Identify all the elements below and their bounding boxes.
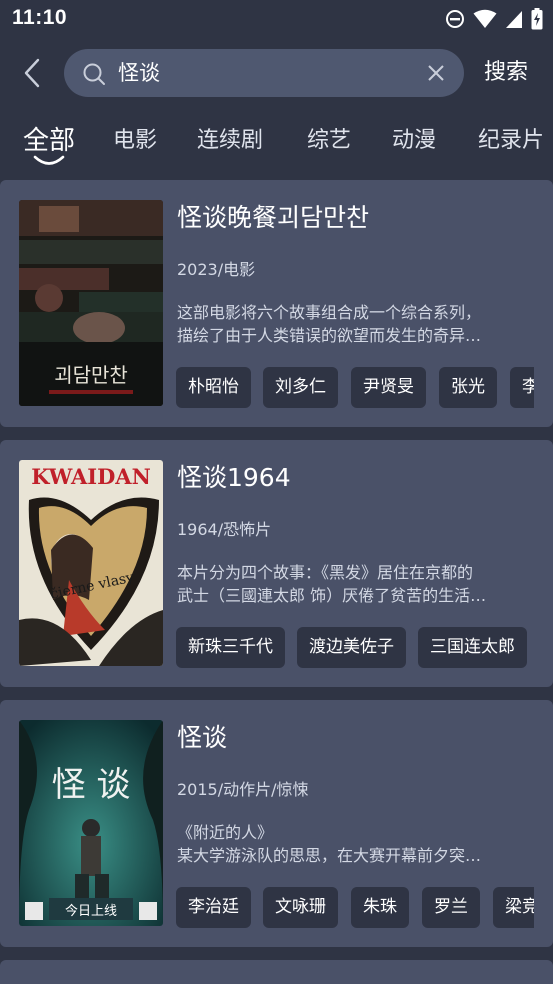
clear-icon[interactable]: [426, 63, 446, 83]
actor-chip[interactable]: 朴昭怡: [176, 367, 251, 408]
result-card[interactable]: 괴담만찬 怪谈晚餐괴담만찬 2023/电影 这部电影将六个故事组合成一个综合系列…: [0, 180, 553, 427]
tab-movie[interactable]: 电影: [113, 122, 157, 154]
result-description: 本片分为四个故事：《黑发》居住在京都的 武士（三國連太郎 饰）厌倦了贫苦的生活…: [177, 563, 487, 605]
poster-title-text: 怪 谈: [52, 765, 131, 805]
back-arrow-icon: [24, 58, 40, 88]
actor-chip[interactable]: 罗兰: [422, 887, 480, 928]
status-time: 11:10: [12, 6, 68, 29]
actor-chip[interactable]: 李治廷: [176, 887, 251, 928]
result-card-partial[interactable]: [0, 960, 553, 984]
result-description: 这部电影将六个故事组合成一个综合系列， 描绘了由于人类错误的欲望而发生的奇异…: [177, 303, 482, 345]
result-title[interactable]: 怪谈: [177, 718, 227, 754]
actor-chip[interactable]: 三国连太郎: [418, 627, 527, 668]
actor-list: 新珠三千代 渡边美佐子 三国连太郎: [176, 627, 534, 669]
tab-anime[interactable]: 动漫: [392, 122, 436, 154]
actor-list: 朴昭怡 刘多仁 尹贤旻 张光 李: [176, 367, 534, 409]
actor-chip[interactable]: 梁竞: [493, 887, 534, 928]
status-bar: 11:10: [0, 0, 553, 38]
tab-variety[interactable]: 综艺: [307, 122, 351, 154]
poster-image: 怪 谈 今日上线: [19, 720, 163, 926]
result-card[interactable]: 怪 谈 今日上线 怪谈 2015/动作片/惊悚 《附近的人》 某大学游泳队的思思…: [0, 700, 553, 947]
result-meta: 1964/恐怖片: [177, 520, 272, 539]
tab-documentary[interactable]: 纪录片: [478, 122, 544, 154]
result-meta: 2023/电影: [177, 260, 256, 279]
search-input[interactable]: [118, 49, 408, 97]
dnd-icon: [445, 9, 465, 29]
category-tabs: 全部 电影 连续剧 综艺 动漫 纪录片: [0, 114, 553, 170]
actor-chip[interactable]: 张光: [439, 367, 497, 408]
poster-title-text: 괴담만찬: [54, 363, 128, 387]
actor-chip[interactable]: 朱珠: [351, 887, 409, 928]
result-card[interactable]: KWAIDAN čierne vlasy 怪谈1964 1964/恐怖片 本片分…: [0, 440, 553, 687]
battery-icon: [531, 8, 543, 30]
poster-subtitle-text: 今日上线: [65, 903, 117, 919]
tab-active-indicator: [33, 155, 65, 165]
poster-image: KWAIDAN čierne vlasy: [19, 460, 163, 666]
actor-chip[interactable]: 渡边美佐子: [297, 627, 406, 668]
status-icons: [445, 8, 543, 30]
actor-chip[interactable]: 李: [510, 367, 534, 408]
tab-all[interactable]: 全部: [23, 120, 75, 157]
actor-chip[interactable]: 新珠三千代: [176, 627, 285, 668]
search-box[interactable]: [64, 49, 464, 97]
result-description: 《附近的人》 某大学游泳队的思思，在大赛开幕前夕突…: [177, 823, 482, 865]
tab-series[interactable]: 连续剧: [197, 122, 263, 154]
result-title[interactable]: 怪谈晚餐괴담만찬: [177, 198, 369, 234]
back-button[interactable]: [18, 56, 48, 90]
actor-chip[interactable]: 刘多仁: [263, 367, 338, 408]
actor-chip[interactable]: 尹贤旻: [351, 367, 426, 408]
signal-icon: [505, 9, 523, 29]
search-icon: [83, 63, 105, 85]
search-button[interactable]: 搜索: [484, 54, 528, 86]
poster-title-text: KWAIDAN: [31, 464, 151, 489]
poster-image: 괴담만찬: [19, 200, 163, 406]
result-title[interactable]: 怪谈1964: [177, 458, 291, 494]
wifi-icon: [473, 9, 497, 29]
actor-list: 李治廷 文咏珊 朱珠 罗兰 梁竞: [176, 887, 534, 929]
actor-chip[interactable]: 文咏珊: [263, 887, 338, 928]
search-row: 搜索: [0, 44, 553, 102]
result-meta: 2015/动作片/惊悚: [177, 780, 309, 799]
